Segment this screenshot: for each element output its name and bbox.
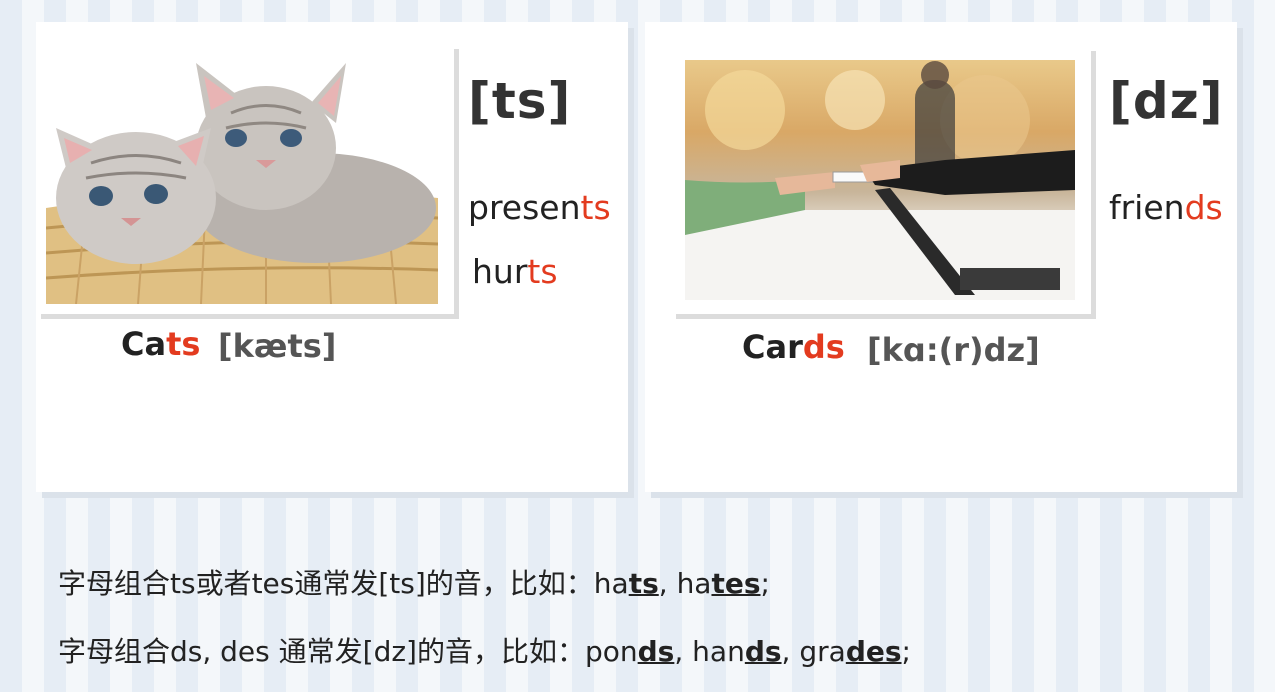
word-hurts: hurts <box>472 252 558 291</box>
caption-cats-phonetic: [kæts] <box>218 327 337 365</box>
caption-cards: Cards <box>742 328 845 366</box>
word-presents: presents <box>468 188 611 227</box>
counter-photo-frame <box>671 46 1091 314</box>
caption-cats: Cats <box>121 325 201 363</box>
kittens-photo-frame <box>36 44 454 314</box>
dz-phoneme: [dz] <box>1109 72 1224 130</box>
rule-dz: 字母组合ds, des 通常发[dz]的音，比如：ponds, hands, g… <box>58 635 911 668</box>
word-friends: friends <box>1109 188 1223 227</box>
ts-phoneme: [ts] <box>468 72 572 130</box>
dz-card: [dz] friends Cards [kɑ:(r)dz] <box>645 22 1237 492</box>
card-payment-image <box>685 60 1075 300</box>
kittens-image <box>46 58 438 304</box>
caption-cards-phonetic: [kɑ:(r)dz] <box>867 331 1040 369</box>
ts-card: [ts] presents hurts Cats [kæts] <box>36 22 628 492</box>
rule-ts: 字母组合ts或者tes通常发[ts]的音，比如：hats, hates; <box>58 567 770 600</box>
